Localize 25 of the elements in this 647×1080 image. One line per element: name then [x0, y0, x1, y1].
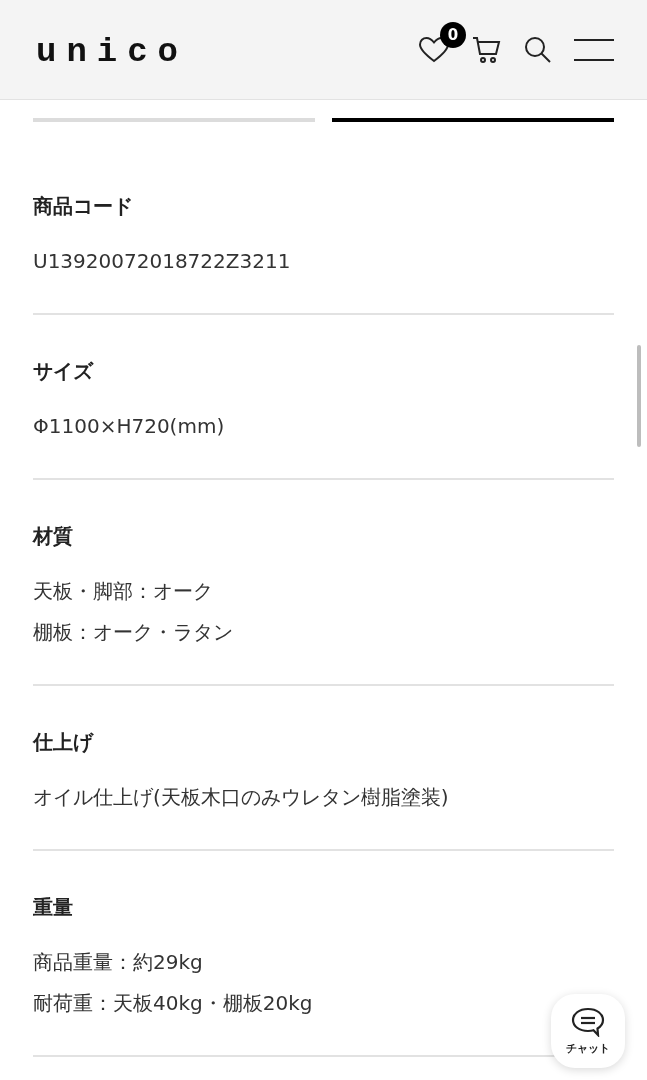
speech-bubble-icon [571, 1006, 605, 1037]
spec-label: 商品コード [33, 193, 134, 220]
spec-label: サイズ [33, 358, 95, 385]
spec-value: オイル仕上げ(天板木口のみウレタン樹脂塗装) [33, 784, 449, 811]
spec-label: 仕上げ [33, 729, 95, 756]
favorites-count-badge: 0 [440, 21, 466, 48]
spec-value: Φ1100×H720(mm) [33, 413, 225, 440]
spec-value: 棚板：オーク・ラタン [33, 619, 233, 646]
spec-value: 天板・脚部：オーク [33, 578, 213, 605]
spec-label: 重量 [33, 894, 74, 921]
spec-label: 材質 [33, 523, 74, 550]
menu-button[interactable] [574, 38, 614, 61]
spec-value: U13920072018722Z3211 [33, 248, 291, 275]
heart-icon [418, 35, 450, 64]
cart-icon [472, 35, 502, 64]
scrollbar[interactable] [637, 345, 641, 447]
spec-value: 耐荷重：天板40kg・棚板20kg [33, 990, 313, 1017]
search-button[interactable] [524, 35, 552, 64]
favorites-button[interactable] [418, 35, 450, 64]
spec-value: 商品重量：約29kg [33, 949, 203, 976]
cart-button[interactable] [472, 35, 502, 64]
search-icon [524, 35, 552, 64]
logo[interactable]: unico [36, 32, 189, 71]
menu-icon [574, 38, 614, 61]
chat-button[interactable]: チャット [551, 994, 625, 1068]
